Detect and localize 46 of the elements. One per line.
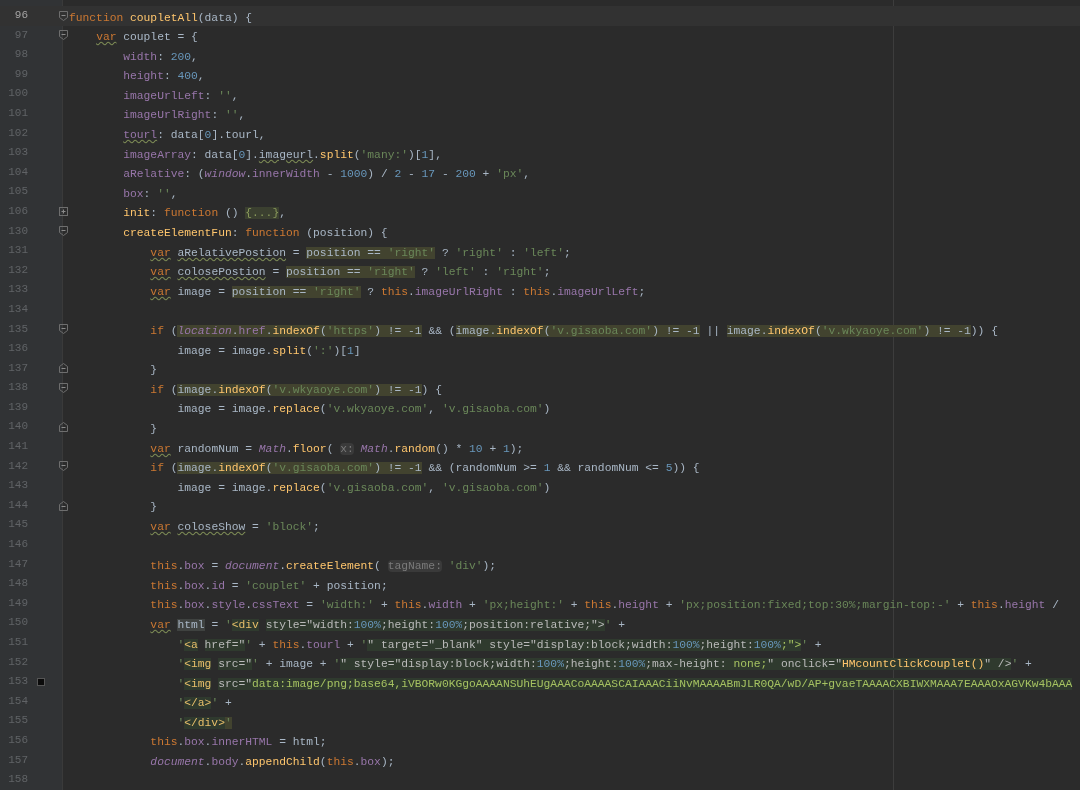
fold-end-icon[interactable] [59,363,68,374]
code-line: height: 400, [122,70,205,83]
code-line: imageUrlLeft: '', [122,89,239,102]
fold-end-icon[interactable] [59,422,68,433]
code-line: if (image.indexOf('v.gisaoba.com') != -1 && (randomNum >= 1 && randomNum <= 5)) { [149,462,700,475]
code-line: imageArray: data[0].imageurl.split('many:')[1], [122,148,442,161]
fold-icon[interactable] [59,10,68,21]
code-line: '<img src="' + image + '" style="display:block;width:100%;height:100%;max-height: none;" onclick="HMcountClickCouplet()" />' + [176,658,1032,671]
code-line: image = image.split(':')[1] [176,344,361,357]
code-line: if (image.indexOf('v.wkyaoye.com') != -1) { [149,383,442,396]
unfold-icon[interactable] [59,207,68,217]
code-line: this.box.innerHTML = html; [149,736,327,749]
code-line: var colosePostion = position == 'right' ? 'left' : 'right'; [149,266,551,279]
fold-icon[interactable] [59,324,68,335]
code-line: imageUrlRight: '', [122,109,246,122]
code-line: var coloseShow = 'block'; [149,520,320,533]
code-line: box: '', [122,187,178,200]
code-line: } [149,501,158,514]
fold-end-icon[interactable] [59,500,68,511]
code-line: createElementFun: function (position) { [122,227,388,240]
code-line: var aRelativePostion = position == 'right' ? 'right' : 'left'; [149,246,571,259]
fold-icon[interactable] [59,461,68,472]
code-line: var image = position == 'right' ? this.imageUrlRight : this.imageUrlLeft; [149,285,646,298]
line-number: 96 [14,8,28,23]
code-line: this.box = document.createElement( tagName: 'div'); [149,560,497,573]
code-line: document.body.appendChild(this.box); [149,756,395,769]
code-line: function coupletAll(data) { [69,11,253,24]
code-line: this.box.id = 'couplet' + position; [149,579,388,592]
code-line: '<a href="' + this.tourl + '" target="_blank" style="display:block;width:100%;height:100%;">' + [176,638,822,651]
fold-icon[interactable] [59,383,68,394]
code-line: tourl: data[0].tourl, [122,129,266,142]
code-line: } [149,364,158,377]
code-line: image = image.replace('v.gisaoba.com', 'v.gisaoba.com') [176,481,551,494]
code-line: init: function () {...}, [122,207,286,220]
code-line: var html = '<div style="width:100%;height:100%;position:relative;">' + [149,618,625,631]
code-line: width: 200, [122,50,198,63]
code-line: } [149,422,158,435]
code-line: this.box.style.cssText = 'width:' + this.width + 'px;height:' + this.height + 'px;position:fixed;top:30%;margin-top:-' + this.height / [149,599,1059,612]
code-line: var randomNum = Math.floor( x: Math.random() * 10 + 1); [149,442,524,455]
code-line: image = image.replace('v.wkyaoye.com', 'v.gisaoba.com') [176,403,551,416]
fold-icon[interactable] [59,226,68,237]
code-line: aRelative: (window.innerWidth - 1000) / 2 - 17 - 200 + 'px', [122,168,531,181]
code-line: var couplet = { [95,31,198,44]
bookmark-icon[interactable] [37,678,45,686]
code-line: if (location.href.indexOf('https') != -1 && (image.indexOf('v.gisaoba.com') != -1 || image.indexOf('v.wkyaoye.com') != -1)) { [149,325,998,337]
fold-icon[interactable] [59,30,68,41]
